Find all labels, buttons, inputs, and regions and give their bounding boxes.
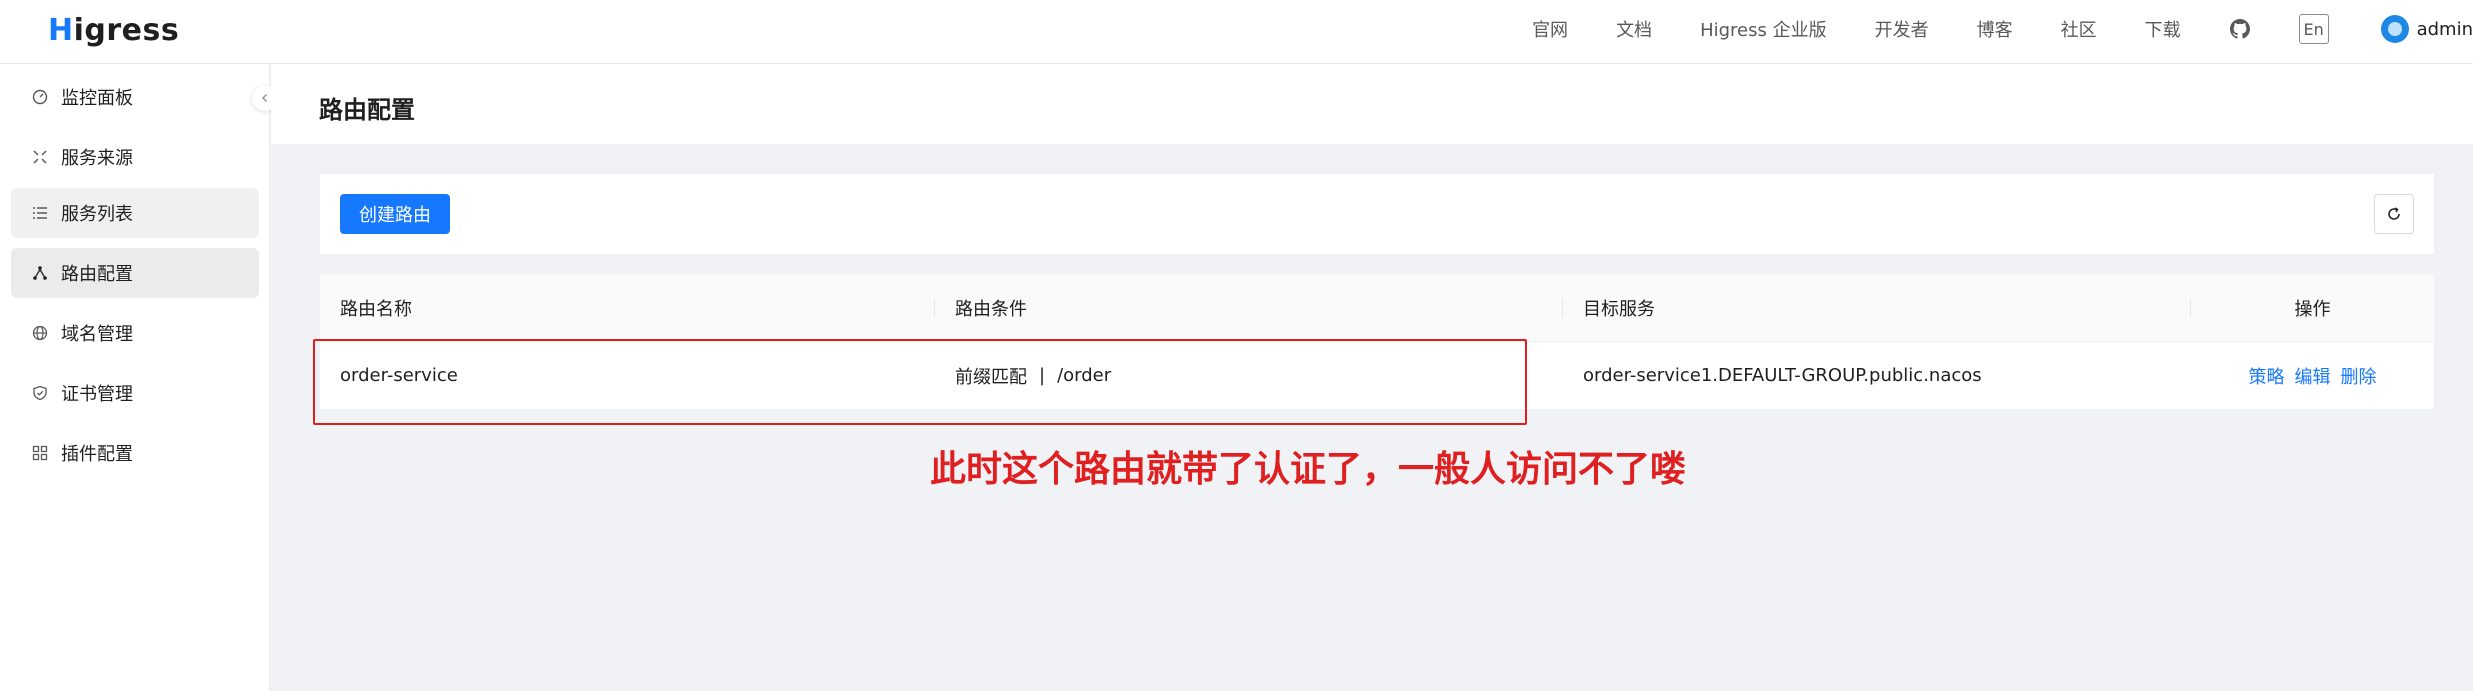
top-nav: 官网 文档 Higress 企业版 开发者 博客 社区 下载 En admin [1532, 0, 2473, 58]
column-header-actions: 操作 [2294, 298, 2331, 320]
edit-link[interactable]: 编辑 [2295, 363, 2331, 389]
plugin-icon [31, 444, 49, 462]
page-title: 路由配置 [319, 96, 415, 124]
sidebar-item-label: 证书管理 [61, 384, 133, 405]
route-icon [31, 264, 49, 282]
nav-community[interactable]: 社区 [2061, 16, 2097, 42]
higress-logo[interactable]: Higress [48, 10, 179, 50]
sidebar-item-label: 监控面板 [61, 88, 133, 109]
user-name: admin [2416, 18, 2473, 40]
github-icon[interactable] [2229, 18, 2251, 40]
delete-link[interactable]: 删除 [2341, 363, 2377, 389]
sidebar: 监控面板 服务来源 服务列表 路由配置 域名管理 证书管理 插件配置 [0, 64, 270, 691]
sidebar-item-plugin[interactable]: 插件配置 [11, 428, 259, 478]
sidebar-item-route-config[interactable]: 路由配置 [11, 248, 259, 298]
policy-link[interactable]: 策略 [2249, 363, 2285, 389]
annotation-highlight-box [313, 339, 1527, 425]
logo-text: igress [73, 12, 180, 48]
table-header: 路由名称 路由条件 目标服务 操作 [320, 274, 2434, 342]
shield-icon [31, 384, 49, 402]
target-service-cell: order-service1.DEFAULT-GROUP.public.naco… [1583, 365, 1982, 386]
toolbar: 创建路由 [320, 174, 2434, 254]
nav-official-site[interactable]: 官网 [1532, 16, 1568, 42]
list-icon [31, 204, 49, 222]
page-header: 路由配置 [271, 64, 2473, 144]
column-header-route-condition: 路由条件 [935, 274, 1563, 341]
nav-developer[interactable]: 开发者 [1875, 16, 1929, 42]
sidebar-item-label: 域名管理 [61, 324, 133, 345]
nav-blog[interactable]: 博客 [1977, 16, 2013, 42]
dashboard-icon [31, 88, 49, 106]
create-route-button[interactable]: 创建路由 [340, 194, 450, 234]
column-header-route-name: 路由名称 [320, 274, 935, 341]
top-header: Higress 官网 文档 Higress 企业版 开发者 博客 社区 下载 E… [0, 0, 2473, 64]
chevron-left-icon [262, 94, 267, 102]
annotation-text: 此时这个路由就带了认证了，一般人访问不了喽 [930, 449, 1687, 490]
sidebar-item-label: 路由配置 [61, 264, 133, 285]
sidebar-item-domain[interactable]: 域名管理 [11, 308, 259, 358]
actions-cell: 策略 编辑 删除 [2191, 342, 2434, 409]
avatar [2380, 15, 2409, 43]
service-source-icon [31, 148, 49, 166]
nav-download[interactable]: 下载 [2145, 16, 2181, 42]
nav-docs[interactable]: 文档 [1616, 16, 1652, 42]
sidebar-item-service-list[interactable]: 服务列表 [11, 188, 259, 238]
column-header-target-service: 目标服务 [1563, 274, 2191, 341]
logo-letter: H [48, 12, 74, 48]
sidebar-item-service-source[interactable]: 服务来源 [11, 132, 259, 182]
sidebar-item-label: 服务来源 [61, 148, 133, 169]
language-switch-button[interactable]: En [2298, 14, 2329, 44]
refresh-icon [2388, 207, 2400, 220]
sidebar-item-dashboard[interactable]: 监控面板 [11, 72, 259, 122]
user-menu[interactable]: admin [2380, 15, 2473, 43]
sidebar-item-label: 插件配置 [61, 444, 133, 465]
refresh-button[interactable] [2374, 194, 2414, 234]
globe-icon [31, 324, 49, 342]
sidebar-item-certificate[interactable]: 证书管理 [11, 368, 259, 418]
nav-enterprise[interactable]: Higress 企业版 [1700, 16, 1827, 42]
sidebar-item-label: 服务列表 [61, 204, 133, 225]
